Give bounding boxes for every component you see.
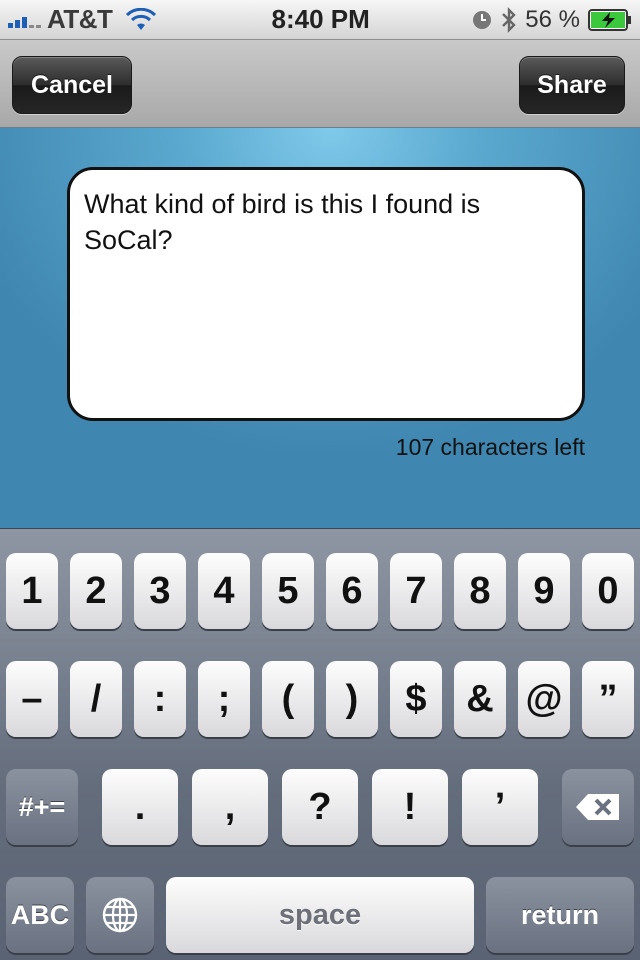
- clock-icon: [473, 10, 492, 29]
- key-symbol-3[interactable]: ;: [198, 661, 250, 737]
- globe-icon: [102, 897, 138, 933]
- key-punctuation-4[interactable]: ’: [462, 769, 538, 845]
- key-symbol-5[interactable]: ): [326, 661, 378, 737]
- key-punctuation-0[interactable]: .: [102, 769, 178, 845]
- key-number-4[interactable]: 5: [262, 553, 314, 629]
- key-number-2[interactable]: 3: [134, 553, 186, 629]
- battery-charging-icon: [588, 8, 631, 31]
- status-bar: AT&T 8:40 PM 56 %: [0, 0, 640, 40]
- key-symbol-8[interactable]: @: [518, 661, 570, 737]
- compose-area: What kind of bird is this I found is SoC…: [0, 128, 640, 528]
- key-punctuation-2[interactable]: ?: [282, 769, 358, 845]
- key-number-6[interactable]: 7: [390, 553, 442, 629]
- key-symbol-6[interactable]: $: [390, 661, 442, 737]
- key-more-symbols[interactable]: #+=: [6, 769, 78, 845]
- key-return[interactable]: return: [486, 877, 634, 953]
- key-number-1[interactable]: 2: [70, 553, 122, 629]
- message-text-field[interactable]: What kind of bird is this I found is SoC…: [67, 167, 585, 421]
- key-delete[interactable]: [562, 769, 634, 845]
- key-symbol-0[interactable]: –: [6, 661, 58, 737]
- key-punctuation-1[interactable]: ,: [192, 769, 268, 845]
- key-abc[interactable]: ABC: [6, 877, 74, 953]
- delete-icon: [576, 794, 619, 820]
- key-number-3[interactable]: 4: [198, 553, 250, 629]
- status-time: 8:40 PM: [271, 4, 370, 34]
- key-symbol-2[interactable]: :: [134, 661, 186, 737]
- key-number-0[interactable]: 1: [6, 553, 58, 629]
- key-globe[interactable]: [86, 877, 154, 953]
- key-punctuation-3[interactable]: !: [372, 769, 448, 845]
- cancel-button[interactable]: Cancel: [12, 56, 132, 114]
- characters-left-label: 107 characters left: [395, 434, 585, 460]
- key-symbol-7[interactable]: &: [454, 661, 506, 737]
- key-symbol-4[interactable]: (: [262, 661, 314, 737]
- key-space[interactable]: space: [166, 877, 474, 953]
- navigation-bar: Cancel Share: [0, 40, 640, 128]
- key-symbol-1[interactable]: /: [70, 661, 122, 737]
- share-button[interactable]: Share: [519, 56, 625, 114]
- keyboard: 1234567890 – /:;() $ & @” #+= .,?!’ ABC spac…: [0, 528, 640, 960]
- status-right: 56 %: [471, 6, 640, 34]
- wifi-icon: [126, 7, 157, 30]
- key-number-9[interactable]: 0: [582, 553, 634, 629]
- carrier-name: AT&T: [47, 4, 113, 34]
- battery-percent: 56 %: [525, 5, 580, 33]
- key-number-8[interactable]: 9: [518, 553, 570, 629]
- signal-icon: [8, 12, 41, 28]
- key-number-7[interactable]: 8: [454, 553, 506, 629]
- bluetooth-icon: [502, 6, 516, 33]
- key-symbol-9[interactable]: ”: [582, 661, 634, 737]
- key-number-5[interactable]: 6: [326, 553, 378, 629]
